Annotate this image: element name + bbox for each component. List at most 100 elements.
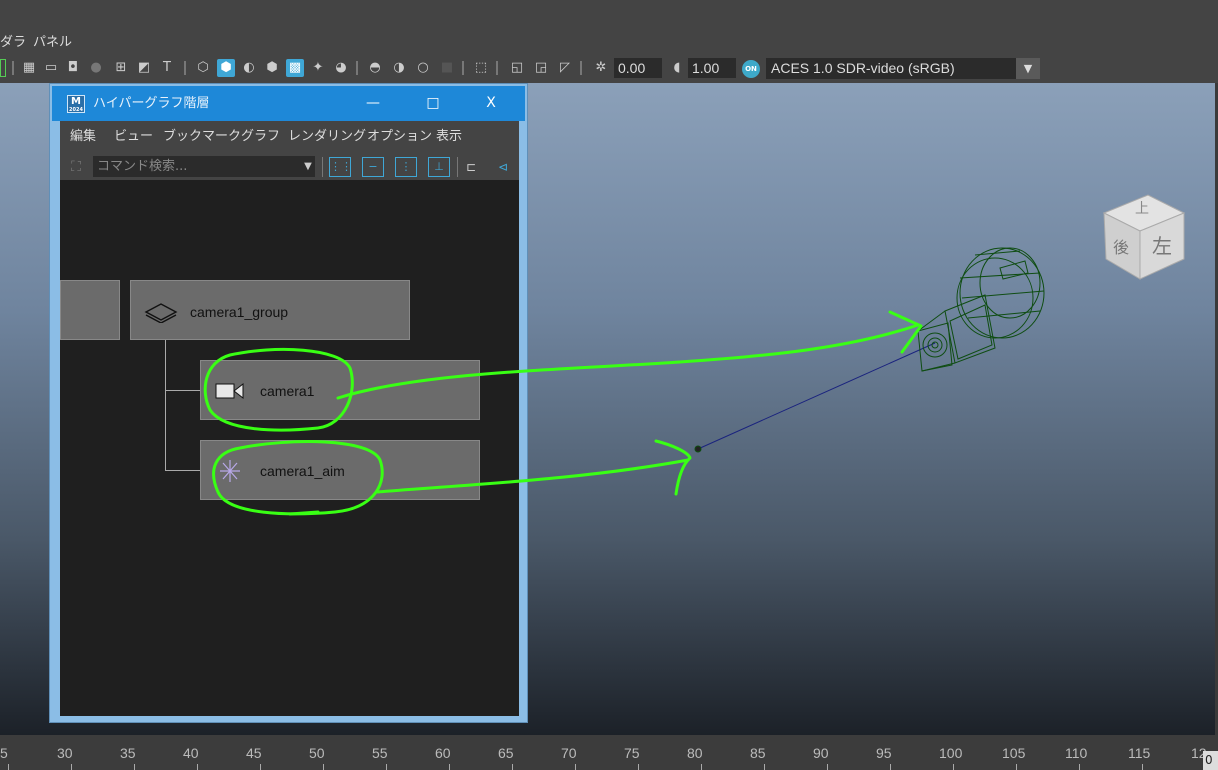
maya-logo-icon: M 2024: [67, 95, 85, 113]
menu-options[interactable]: オプション: [367, 121, 432, 153]
window-titlebar[interactable]: M 2024 ハイパーグラフ階層 — □ X: [52, 86, 525, 121]
timeline-tick: [638, 764, 639, 770]
timeline-tick: [827, 764, 828, 770]
wireframe-icon[interactable]: ⬡: [194, 59, 212, 77]
maximize-icon: □: [426, 95, 440, 111]
menu-show[interactable]: 表示: [436, 121, 462, 153]
menu-edit[interactable]: 編集: [70, 121, 96, 153]
command-search-icon: ⛶: [71, 159, 81, 175]
depth-of-field-icon[interactable]: ■: [438, 59, 456, 77]
timeline-tick-label: 85: [750, 745, 766, 761]
locator-icon: [220, 460, 240, 482]
select-camera-icon[interactable]: ⬚: [472, 59, 490, 77]
timeline-tick-label: 65: [498, 745, 514, 761]
multisample-icon[interactable]: ○: [414, 59, 432, 77]
chevron-down-icon[interactable]: ▼: [300, 156, 316, 177]
hypergraph-canvas[interactable]: camera1_group camera1 camera1_aim: [60, 187, 519, 714]
timeline-tick-label: 110: [1065, 745, 1088, 761]
maximize-button[interactable]: □: [411, 86, 455, 121]
camera-aim-locator[interactable]: [694, 445, 702, 453]
motion-blur-icon[interactable]: ◑: [390, 59, 408, 77]
safe-title-icon[interactable]: T: [158, 59, 176, 77]
grid-icon[interactable]: ▦: [20, 59, 38, 77]
color-management-toggle[interactable]: ON: [742, 60, 760, 78]
close-button[interactable]: X: [469, 86, 513, 121]
gamma-field[interactable]: 1.00: [688, 58, 736, 78]
node-label: camera1_aim: [260, 463, 345, 479]
toolbar-divider: [457, 157, 458, 177]
node-camera1-group[interactable]: camera1_group: [130, 280, 410, 340]
command-search-input[interactable]: コマンド検索...: [93, 156, 315, 177]
screen-space-ao-icon[interactable]: ◓: [366, 59, 384, 77]
toolbar-divider: [496, 61, 498, 75]
input-output-icon[interactable]: ⊲: [498, 157, 518, 177]
viewport-toolbar: ▦ ▭ ◘ ● ⊞ ◩ T ⬡ ⬢ ◐ ⬢ ▩ ✦ ◕ ◓ ◑ ○ ■ ⬚ ◱ …: [0, 56, 1218, 81]
frame-selection-icon[interactable]: −: [362, 157, 384, 177]
safe-action-icon[interactable]: ◩: [135, 59, 153, 77]
textured-icon[interactable]: ▩: [286, 59, 304, 77]
field-chart-icon[interactable]: ⊞: [112, 59, 130, 77]
partial-button-icon[interactable]: [0, 59, 6, 77]
resolution-gate-icon[interactable]: ◘: [64, 59, 82, 77]
node-camera1-aim[interactable]: camera1_aim: [200, 440, 480, 500]
menu-item-partial[interactable]: ダラ: [0, 30, 26, 56]
time-slider[interactable]: 5 30 35 40 45 50 55 60 65 70 75 80 85 90 95 100 105 110 11…: [0, 735, 1218, 770]
timeline-tick-label: 95: [876, 745, 892, 761]
timeline-tick: [1016, 764, 1017, 770]
timeline-tick: [1142, 764, 1143, 770]
timeline-tick: [764, 764, 765, 770]
layout-icon[interactable]: ⊏: [466, 157, 486, 177]
shadows-icon[interactable]: ◕: [332, 59, 350, 77]
gamma-icon[interactable]: ◖: [668, 59, 686, 77]
toolbar-divider: [580, 61, 582, 75]
camera-wireframe[interactable]: [917, 247, 1045, 372]
view-cube-icon[interactable]: 上 後 左: [1102, 194, 1186, 280]
menu-view[interactable]: ビュー: [114, 121, 153, 153]
isolate-select-icon[interactable]: ◱: [508, 59, 526, 77]
timeline-tick: [890, 764, 891, 770]
timeline-tick: [197, 764, 198, 770]
frame-hierarchy-icon[interactable]: ⋮: [395, 157, 417, 177]
wireframe-on-shaded-icon[interactable]: ⬢: [263, 59, 281, 77]
lights-icon[interactable]: ✦: [309, 59, 327, 77]
menu-rendering[interactable]: レンダリング: [288, 121, 366, 153]
color-space-select[interactable]: ACES 1.0 SDR-video (sRGB): [766, 58, 1016, 79]
minimize-icon: —: [366, 95, 380, 111]
exposure-field[interactable]: 0.00: [614, 58, 662, 78]
frame-all-icon[interactable]: ⋮⋮: [329, 157, 352, 177]
chevron-down-icon[interactable]: ▼: [1016, 58, 1040, 79]
hypergraph-menubar: 編集 ビュー ブックマーク グラフ レンダリング オプション 表示: [60, 121, 519, 153]
timeline-tick-label: 75: [624, 745, 640, 761]
xray-joints-icon[interactable]: ◸: [556, 59, 574, 77]
film-gate-icon[interactable]: ▭: [42, 59, 60, 77]
menu-bookmarks[interactable]: ブックマーク: [163, 121, 241, 153]
partial-node[interactable]: [60, 280, 120, 340]
default-material-icon[interactable]: ◐: [240, 59, 258, 77]
timeline-tick: [260, 764, 261, 770]
timeline-tick-label: 70: [561, 745, 577, 761]
frame-branch-icon[interactable]: ⊥: [428, 157, 450, 177]
timeline-tick-label: 50: [309, 745, 325, 761]
view-cube-back-label: 後: [1113, 238, 1129, 257]
xray-icon[interactable]: ◲: [532, 59, 550, 77]
node-camera1[interactable]: camera1: [200, 360, 480, 420]
main-menubar: ダラ パネル: [0, 30, 1218, 56]
menu-graph[interactable]: グラフ: [241, 121, 280, 153]
hierarchy-edge: [165, 340, 166, 470]
timeline-tick: [134, 764, 135, 770]
minimize-button[interactable]: —: [351, 86, 395, 121]
logo-letter: M: [71, 96, 81, 107]
gate-mask-icon[interactable]: ●: [87, 59, 105, 77]
timeline-tick: [953, 764, 954, 770]
current-frame-field[interactable]: 0: [1203, 751, 1218, 770]
timeline-tick: [71, 764, 72, 770]
timeline-tick-label: 90: [813, 745, 829, 761]
toolbar-divider: [184, 61, 186, 75]
exposure-icon[interactable]: ✲: [592, 59, 610, 77]
view-cube-left-label: 左: [1152, 234, 1172, 258]
hierarchy-edge: [165, 470, 200, 471]
menu-item-panel[interactable]: パネル: [33, 30, 72, 56]
smooth-shade-icon[interactable]: ⬢: [217, 59, 235, 77]
timeline-tick: [449, 764, 450, 770]
timeline-tick-label: 60: [435, 745, 451, 761]
